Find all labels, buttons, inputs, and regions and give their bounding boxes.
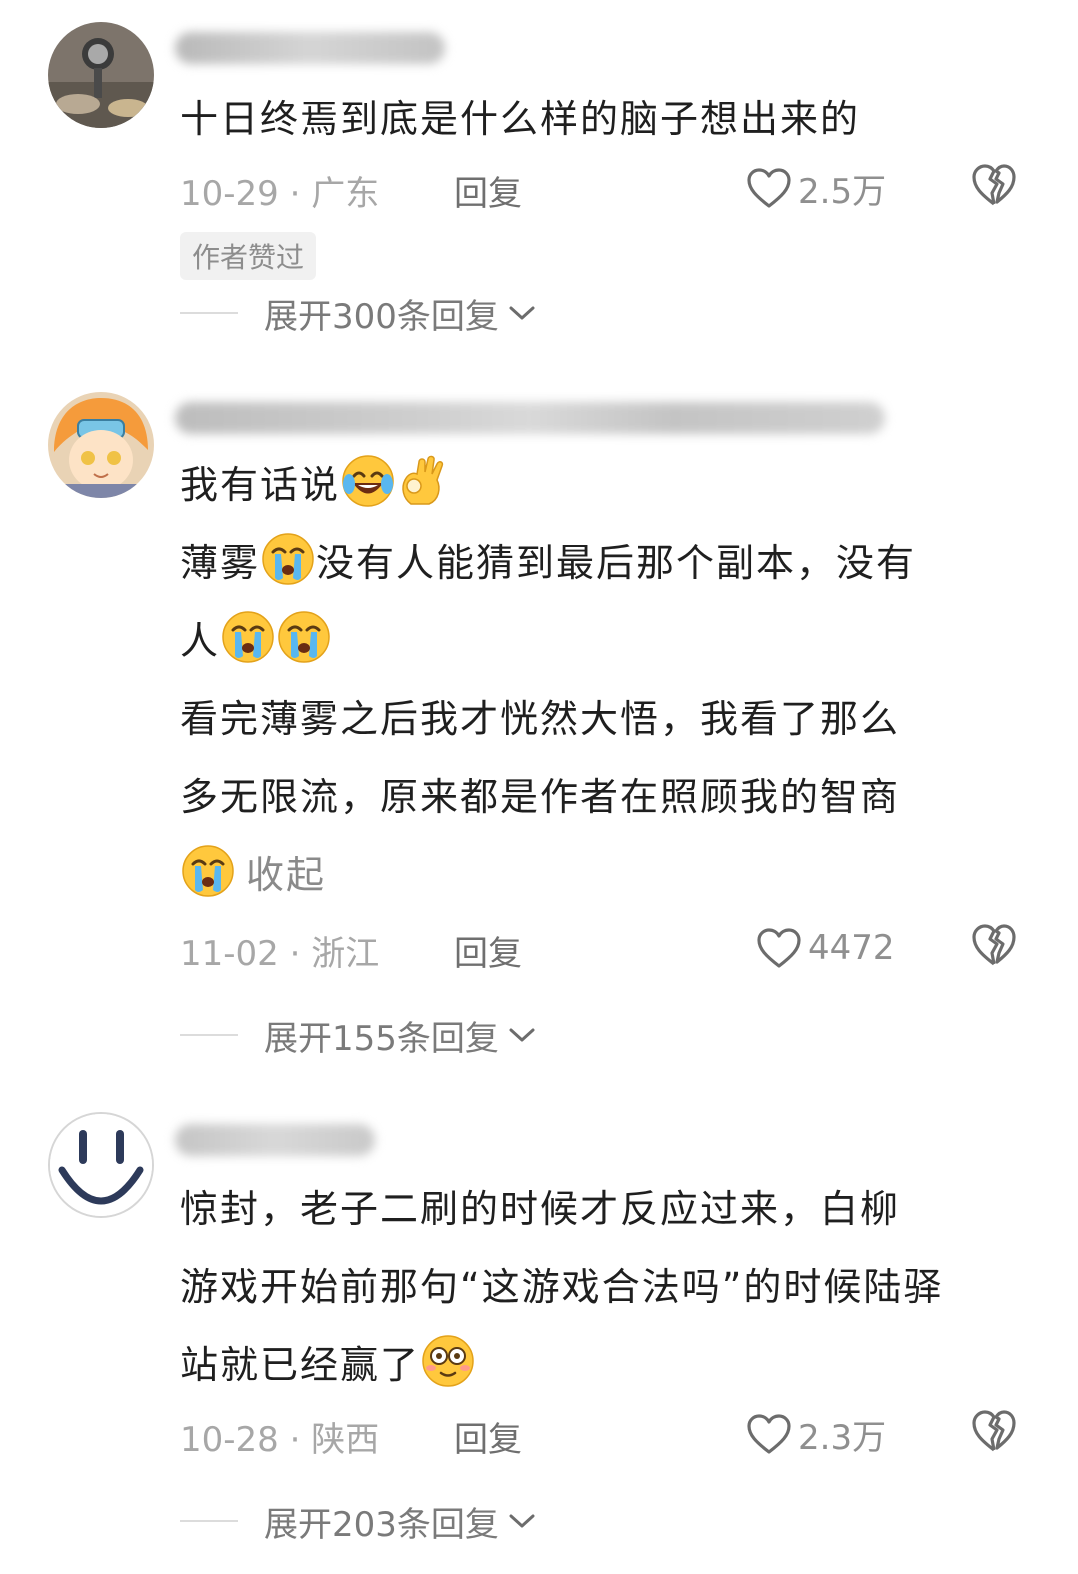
broken-heart-icon — [972, 164, 1016, 206]
comment-meta: 11-02 · 浙江 回复 4472 — [180, 920, 1040, 980]
expand-replies-label: 展开300条回复 — [264, 296, 499, 337]
crying-emoji — [262, 533, 314, 585]
comment-item: 我有话说 薄雾 没有人能猜到最后那个副本，没有 人 看完薄雾之后我才恍然大悟，我… — [0, 380, 1078, 1080]
avatar[interactable] — [48, 22, 154, 128]
chevron-down-icon — [509, 1028, 535, 1042]
comment-line: 我有话说 — [180, 446, 1040, 524]
ok-hand-emoji — [402, 455, 444, 505]
divider — [180, 312, 238, 314]
comment-line: 人 — [180, 602, 1040, 680]
comment-line: 多无限流，原来都是作者在照顾我的智商 — [180, 775, 901, 819]
divider — [180, 1520, 238, 1522]
avatar[interactable] — [48, 1112, 154, 1218]
username-blurred[interactable] — [175, 1124, 375, 1156]
heart-outline-icon — [747, 168, 791, 208]
expand-replies-label: 展开155条回复 — [264, 1018, 499, 1059]
comment-line: 游戏开始前那句“这游戏合法吗”的时候陆驿 — [180, 1265, 944, 1309]
expand-replies-label: 展开203条回复 — [264, 1504, 499, 1545]
like-button[interactable]: 4472 — [756, 920, 895, 976]
comment-line: 惊封，老子二刷的时候才反应过来，白柳 — [180, 1187, 901, 1231]
dislike-button[interactable] — [970, 922, 1018, 977]
date-location: 10-28 · 陕西 — [180, 1420, 380, 1460]
crying-emoji — [222, 611, 274, 663]
like-button[interactable]: 2.3万 — [746, 1406, 886, 1462]
chevron-down-icon — [509, 1514, 535, 1528]
collapse-button[interactable]: 收起 — [246, 853, 326, 897]
comment-meta: 10-29 · 广东 回复 2.5万 — [180, 160, 1040, 220]
comment-line: 看完薄雾之后我才恍然大悟，我看了那么 — [180, 697, 901, 741]
comment-line: 薄雾 没有人能猜到最后那个副本，没有 — [180, 524, 1040, 602]
comment-item: 惊封，老子二刷的时候才反应过来，白柳 游戏开始前那句“这游戏合法吗”的时候陆驿 … — [0, 1100, 1078, 1574]
date-location: 10-29 · 广东 — [180, 174, 380, 214]
comment-line: 收起 — [180, 836, 1040, 914]
avatar[interactable] — [48, 392, 154, 498]
reply-button[interactable]: 回复 — [454, 926, 522, 975]
comment-text: 十日终焉到底是什么样的脑子想出来的 — [180, 80, 1040, 158]
like-count: 2.5万 — [798, 171, 887, 212]
laugh-cry-emoji — [342, 455, 394, 507]
expand-replies[interactable]: 展开300条回复 — [180, 288, 537, 338]
smiley-avatar-icon — [50, 1114, 152, 1216]
expand-replies[interactable]: 展开155条回复 — [180, 1010, 537, 1060]
divider — [180, 1034, 238, 1036]
date-location: 11-02 · 浙江 — [180, 934, 380, 974]
broken-heart-icon — [972, 924, 1016, 966]
comment-line: 十日终焉到底是什么样的脑子想出来的 — [180, 97, 861, 141]
reply-button[interactable]: 回复 — [454, 166, 522, 215]
reply-button[interactable]: 回复 — [454, 1412, 522, 1461]
heart-outline-icon — [757, 928, 801, 968]
dislike-button[interactable] — [970, 1408, 1018, 1463]
crying-emoji — [278, 611, 330, 663]
dislike-button[interactable] — [970, 162, 1018, 217]
comment-line: 站就已经赢了 — [180, 1326, 1040, 1404]
like-count: 2.3万 — [798, 1417, 887, 1458]
expand-replies[interactable]: 展开203条回复 — [180, 1496, 537, 1546]
like-count: 4472 — [808, 928, 895, 968]
broken-heart-icon — [972, 1410, 1016, 1452]
comment-meta: 10-28 · 陕西 回复 2.3万 — [180, 1406, 1040, 1466]
author-liked-badge: 作者赞过 — [180, 232, 317, 280]
chevron-down-icon — [509, 306, 535, 320]
comment-text: 惊封，老子二刷的时候才反应过来，白柳 游戏开始前那句“这游戏合法吗”的时候陆驿 … — [180, 1170, 1040, 1404]
heart-outline-icon — [747, 1414, 791, 1454]
username-blurred[interactable] — [175, 32, 445, 64]
username-blurred[interactable] — [175, 402, 885, 434]
dazed-emoji — [422, 1335, 474, 1387]
comment-item: 十日终焉到底是什么样的脑子想出来的 10-29 · 广东 回复 2.5万 作者赞… — [0, 0, 1078, 360]
like-button[interactable]: 2.5万 — [746, 160, 886, 216]
crying-emoji — [182, 845, 234, 897]
comment-text: 我有话说 薄雾 没有人能猜到最后那个副本，没有 人 看完薄雾之后我才恍然大悟，我… — [180, 446, 1040, 914]
